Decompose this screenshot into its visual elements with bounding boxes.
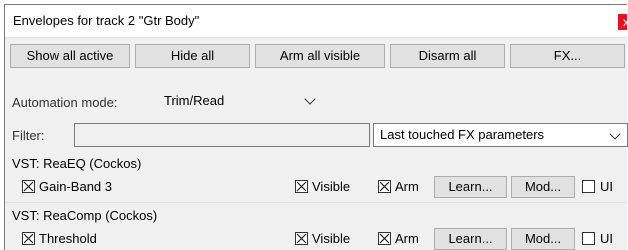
title-bar[interactable]: Envelopes for track 2 "Gtr Body" x xyxy=(5,5,627,38)
envelopes-dialog: Envelopes for track 2 "Gtr Body" x Show … xyxy=(4,4,628,250)
close-icon: x xyxy=(623,15,627,29)
arm-checkbox[interactable] xyxy=(378,180,391,193)
ui-checkbox[interactable] xyxy=(582,180,595,193)
ui-label: UI xyxy=(600,231,613,246)
param-checkbox[interactable] xyxy=(22,180,35,193)
arm-label: Arm xyxy=(395,179,419,194)
arm-all-visible-button[interactable]: Arm all visible xyxy=(255,44,385,68)
param-checkbox[interactable] xyxy=(22,232,35,245)
arm-checkbox[interactable] xyxy=(378,232,391,245)
check-x-icon xyxy=(379,181,390,192)
chevron-down-icon xyxy=(304,93,316,105)
check-x-icon xyxy=(296,233,307,244)
plugin-name: VST: ReaComp (Cockos) xyxy=(12,208,158,223)
automation-mode-select[interactable]: Trim/Read xyxy=(158,90,328,113)
disarm-all-button[interactable]: Disarm all xyxy=(390,44,505,68)
mod-button[interactable]: Mod... xyxy=(511,228,575,250)
fx-button[interactable]: FX... xyxy=(510,44,625,68)
ui-checkbox[interactable] xyxy=(582,232,595,245)
automation-mode-value: Trim/Read xyxy=(164,93,225,108)
filter-input[interactable] xyxy=(74,123,370,147)
row-divider xyxy=(5,202,627,203)
chevron-down-icon xyxy=(609,128,621,140)
visible-label: Visible xyxy=(312,179,351,194)
window-title: Envelopes for track 2 "Gtr Body" xyxy=(13,13,200,28)
plugin-name: VST: ReaEQ (Cockos) xyxy=(12,156,142,171)
fx-scope-select[interactable]: Last touched FX parameters xyxy=(373,123,628,147)
fx-scope-value: Last touched FX parameters xyxy=(380,127,545,142)
check-x-icon xyxy=(23,181,34,192)
mod-button[interactable]: Mod... xyxy=(511,176,575,198)
hide-all-button[interactable]: Hide all xyxy=(135,44,250,68)
learn-button[interactable]: Learn... xyxy=(434,228,507,250)
param-name: Gain-Band 3 xyxy=(39,179,112,194)
check-x-icon xyxy=(23,233,34,244)
arm-label: Arm xyxy=(395,231,419,246)
visible-checkbox[interactable] xyxy=(295,180,308,193)
automation-mode-label: Automation mode: xyxy=(12,95,118,110)
learn-button[interactable]: Learn... xyxy=(434,176,507,198)
visible-label: Visible xyxy=(312,231,351,246)
close-button[interactable]: x xyxy=(618,14,627,30)
filter-label: Filter: xyxy=(12,128,45,143)
check-x-icon xyxy=(379,233,390,244)
check-x-icon xyxy=(296,181,307,192)
ui-label: UI xyxy=(600,179,613,194)
show-all-active-button[interactable]: Show all active xyxy=(10,44,130,68)
param-name: Threshold xyxy=(39,231,97,246)
visible-checkbox[interactable] xyxy=(295,232,308,245)
